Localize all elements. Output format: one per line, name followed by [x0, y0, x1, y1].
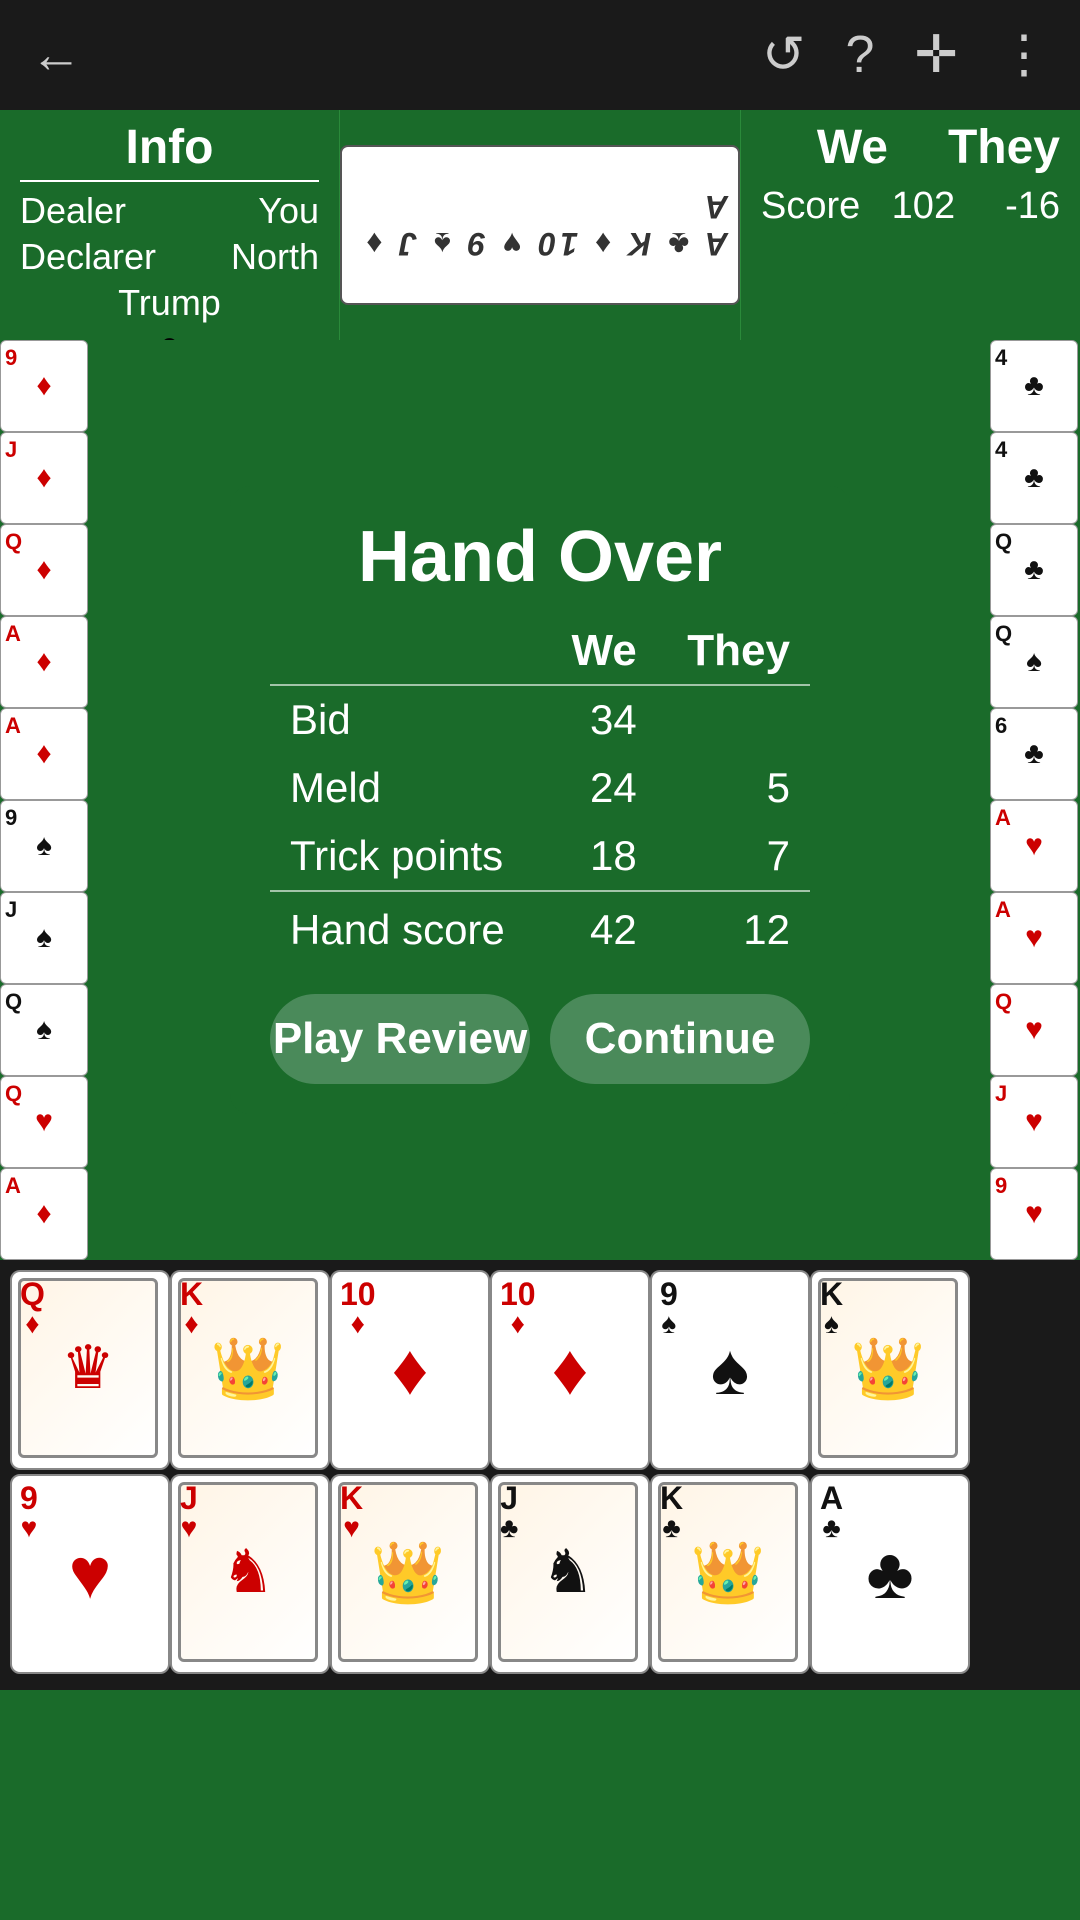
bottom-cards-area: Q ♦ ♛ K ♦ 👑 10 ♦ ♦ 10 ♦ ♦	[0, 1260, 1080, 1690]
bottom-card[interactable]: J ♣ ♞	[490, 1474, 650, 1674]
table-header-label	[270, 618, 544, 685]
hand-over-title: Hand Over	[270, 516, 810, 598]
left-side-card: Q ♦	[0, 524, 88, 616]
game-area: 9 ♦J ♦Q ♦A ♦A ♦9 ♠J ♠Q ♠Q ♥A ♦ Hand Over…	[0, 340, 1080, 1260]
undo-icon: ↺	[762, 25, 806, 85]
info-score-bar: Info Dealer You Declarer North Trump ♣ A…	[0, 110, 1080, 340]
left-side-card: A ♦	[0, 616, 88, 708]
left-side-card: 9 ♦	[0, 340, 88, 432]
they-score: -16	[1005, 185, 1060, 228]
row-label: Bid	[270, 685, 544, 754]
right-side-card: Q ♥	[990, 984, 1078, 1076]
table-header-we: We	[544, 618, 657, 685]
row-label: Hand score	[270, 891, 544, 964]
bottom-card[interactable]: 10 ♦ ♦	[490, 1270, 650, 1470]
bottom-card[interactable]: 9 ♥ ♥	[10, 1474, 170, 1674]
trump-label: Trump	[20, 282, 319, 324]
bottom-card[interactable]: K ♥ 👑	[330, 1474, 490, 1674]
center-popup: Hand Over We They Bid 34 Meld 24 5Trick …	[90, 340, 990, 1260]
top-center-cards: A ♣ K ♦ 10 ♥ 9 ♠ J ♦ A	[340, 110, 740, 340]
right-side-card: Q ♣	[990, 524, 1078, 616]
bottom-card[interactable]: Q ♦ ♛	[10, 1270, 170, 1470]
we-score: 102	[892, 185, 955, 228]
row-they: 5	[657, 754, 810, 822]
score-row: Score 102 -16	[761, 185, 1060, 228]
row-label: Trick points	[270, 822, 544, 891]
bottom-card[interactable]: K ♣ 👑	[650, 1474, 810, 1674]
table-row: Meld 24 5	[270, 754, 810, 822]
score-values: 102 -16	[892, 185, 1060, 228]
bottom-card[interactable]: 9 ♠ ♠	[650, 1270, 810, 1470]
right-side-card: A ♥	[990, 800, 1078, 892]
table-row: Bid 34	[270, 685, 810, 754]
declarer-label: Declarer	[20, 236, 156, 278]
undo-button[interactable]: ↺	[762, 25, 806, 85]
score-section: We They Score 102 -16	[740, 110, 1080, 340]
top-bar: ← ↺ ? ✛ ⋮	[0, 0, 1080, 110]
left-side-card: Q ♥	[0, 1076, 88, 1168]
play-review-button[interactable]: Play Review	[270, 994, 530, 1084]
right-side-card: 6 ♣	[990, 708, 1078, 800]
menu-button[interactable]: ⋮	[998, 25, 1050, 85]
add-button[interactable]: ✛	[914, 25, 958, 85]
help-icon: ?	[846, 25, 875, 85]
info-section: Info Dealer You Declarer North Trump ♣	[0, 110, 340, 340]
declarer-row: Declarer North	[20, 236, 319, 278]
row-they: 7	[657, 822, 810, 891]
continue-button[interactable]: Continue	[550, 994, 810, 1084]
row-they	[657, 685, 810, 754]
right-side-card: J ♥	[990, 1076, 1078, 1168]
dealer-row: Dealer You	[20, 190, 319, 232]
score-header: We They	[761, 120, 1060, 175]
row-label: Meld	[270, 754, 544, 822]
score-label: Score	[761, 185, 860, 228]
add-icon: ✛	[914, 25, 958, 85]
help-button[interactable]: ?	[846, 25, 875, 85]
row-we: 18	[544, 822, 657, 891]
row-they: 12	[657, 891, 810, 964]
bottom-card[interactable]: A ♣ ♣	[810, 1474, 970, 1674]
left-side-card: Q ♠	[0, 984, 88, 1076]
bottom-card[interactable]: K ♦ 👑	[170, 1270, 330, 1470]
right-side-card: A ♥	[990, 892, 1078, 984]
bottom-row-2: 9 ♥ ♥ J ♥ ♞ K ♥ 👑 J ♣ ♞	[10, 1474, 1070, 1674]
dealer-value: You	[258, 190, 319, 232]
table-row: Trick points 18 7	[270, 822, 810, 891]
table-row: Hand score 42 12	[270, 891, 810, 964]
declarer-value: North	[231, 236, 319, 278]
back-button[interactable]: ←	[30, 25, 82, 85]
they-header: They	[948, 120, 1060, 175]
info-title: Info	[20, 120, 319, 182]
row-we: 42	[544, 891, 657, 964]
right-cards: 4 ♣4 ♣Q ♣Q ♠6 ♣A ♥A ♥Q ♥J ♥9 ♥	[990, 340, 1080, 1260]
left-side-card: J ♠	[0, 892, 88, 984]
bottom-card[interactable]: J ♥ ♞	[170, 1474, 330, 1674]
left-side-card: 9 ♠	[0, 800, 88, 892]
bottom-row-1: Q ♦ ♛ K ♦ 👑 10 ♦ ♦ 10 ♦ ♦	[10, 1270, 1070, 1470]
bottom-card[interactable]: K ♠ 👑	[810, 1270, 970, 1470]
bottom-card[interactable]: 10 ♦ ♦	[330, 1270, 490, 1470]
opponent-cards: A ♣ K ♦ 10 ♥ 9 ♠ J ♦ A	[340, 145, 740, 305]
left-side-card: A ♦	[0, 708, 88, 800]
table-header-they: They	[657, 618, 810, 685]
row-we: 34	[544, 685, 657, 754]
menu-icon: ⋮	[998, 25, 1050, 85]
we-header: We	[817, 120, 888, 175]
score-table: We They Bid 34 Meld 24 5Trick points 18 …	[270, 618, 810, 964]
right-side-card: 4 ♣	[990, 340, 1078, 432]
left-side-card: A ♦	[0, 1168, 88, 1260]
buttons-row: Play Review Continue	[270, 994, 810, 1084]
left-side-card: J ♦	[0, 432, 88, 524]
right-side-card: 4 ♣	[990, 432, 1078, 524]
hand-over-box: Hand Over We They Bid 34 Meld 24 5Trick …	[230, 486, 850, 1114]
row-we: 24	[544, 754, 657, 822]
left-cards: 9 ♦J ♦Q ♦A ♦A ♦9 ♠J ♠Q ♠Q ♥A ♦	[0, 340, 90, 1260]
dealer-label: Dealer	[20, 190, 126, 232]
back-icon: ←	[30, 25, 82, 85]
right-side-card: 9 ♥	[990, 1168, 1078, 1260]
right-side-card: Q ♠	[990, 616, 1078, 708]
